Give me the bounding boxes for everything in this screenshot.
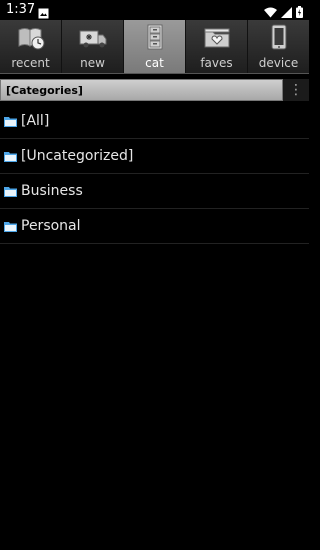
tab-recent[interactable]: recent bbox=[0, 20, 62, 73]
tab-label: cat bbox=[145, 56, 164, 70]
category-header: [Categories] ⋮ bbox=[0, 79, 309, 101]
tab-faves[interactable]: faves bbox=[186, 20, 248, 73]
tab-label: recent bbox=[11, 56, 50, 70]
folder-icon bbox=[4, 182, 17, 201]
heart-folder-icon bbox=[202, 26, 232, 56]
overflow-menu-icon[interactable]: ⋮ bbox=[283, 79, 309, 101]
list-item[interactable]: Personal bbox=[0, 209, 309, 244]
header-title: [Categories] bbox=[0, 79, 283, 101]
tab-bar: recent new cat faves device bbox=[0, 20, 309, 74]
category-list: [All] [Uncategorized] Business Personal bbox=[0, 104, 309, 244]
truck-icon bbox=[78, 26, 108, 56]
folder-icon bbox=[4, 147, 17, 166]
list-item[interactable]: Business bbox=[0, 174, 309, 209]
tab-label: faves bbox=[200, 56, 233, 70]
list-item[interactable]: [All] bbox=[0, 104, 309, 139]
list-item[interactable]: [Uncategorized] bbox=[0, 139, 309, 174]
list-item-label: [Uncategorized] bbox=[21, 148, 134, 164]
status-bar: 1:37 bbox=[0, 0, 309, 20]
list-item-label: [All] bbox=[21, 113, 50, 129]
folder-icon bbox=[4, 217, 17, 236]
list-item-label: Personal bbox=[21, 218, 81, 234]
list-item-label: Business bbox=[21, 183, 83, 199]
tab-label: new bbox=[80, 56, 105, 70]
book-clock-icon bbox=[16, 26, 46, 56]
tab-new[interactable]: new bbox=[62, 20, 124, 73]
filing-cabinet-icon bbox=[140, 24, 170, 56]
tab-label: device bbox=[258, 56, 299, 70]
tab-device[interactable]: device bbox=[248, 20, 309, 73]
status-time: 1:37 bbox=[6, 2, 36, 17]
device-icon bbox=[264, 24, 294, 56]
tab-cat[interactable]: cat bbox=[124, 20, 186, 73]
folder-icon bbox=[4, 112, 17, 131]
